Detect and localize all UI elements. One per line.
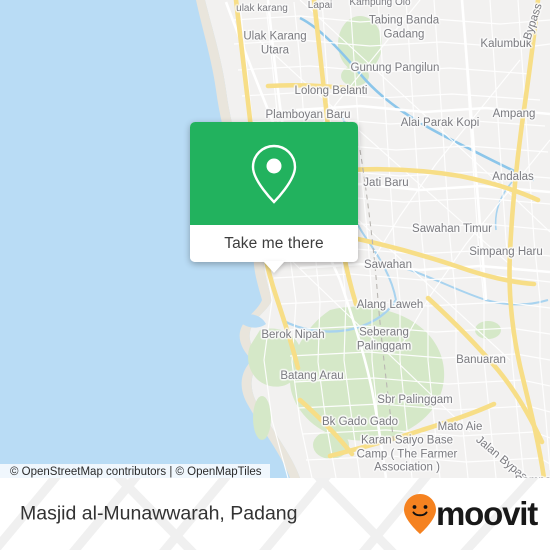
footer-bar: Masjid al-Munawwarah, Padang moovit: [0, 478, 550, 550]
map-canvas[interactable]: ulak karang Lapai Kampung Olo Ulak Karang Ut…: [0, 0, 550, 478]
map-attribution[interactable]: © OpenStreetMap contributors | © OpenMap…: [0, 464, 270, 478]
callout-action-area[interactable]: Take me there: [190, 225, 358, 273]
map-pin-icon: [251, 144, 297, 204]
map-screenshot: ulak karang Lapai Kampung Olo Ulak Karang Ut…: [0, 0, 550, 550]
callout-tail: [263, 261, 285, 273]
callout-image-area: [190, 122, 358, 225]
place-callout[interactable]: Take me there: [190, 122, 358, 273]
take-me-there-button[interactable]: Take me there: [224, 235, 324, 253]
moovit-logo-text: moovit: [436, 495, 538, 532]
place-title: Masjid al-Munawwarah, Padang: [20, 502, 298, 525]
moovit-smiley-pin-icon: [404, 494, 437, 534]
moovit-logo[interactable]: moovit: [403, 493, 538, 535]
park-area-strip: [253, 396, 271, 440]
